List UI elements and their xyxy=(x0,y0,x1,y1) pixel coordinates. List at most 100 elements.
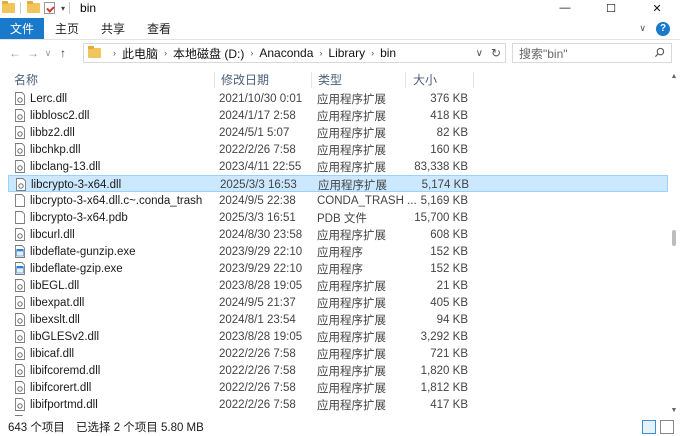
file-row[interactable]: libEGL.dll 2023/8/28 19:05 应用程序扩展 21 KB xyxy=(8,277,668,294)
file-name: libifcorert.dll xyxy=(30,381,92,394)
file-size xyxy=(408,413,468,416)
title-bar: ▾ bin — ☐ ✕ xyxy=(0,0,680,16)
column-divider[interactable] xyxy=(214,72,215,88)
search-icon[interactable] xyxy=(654,47,665,58)
file-size: 721 KB xyxy=(430,347,468,360)
breadcrumb-anaconda[interactable]: Anaconda xyxy=(259,46,313,60)
file-row[interactable]: libimalloc.dll 2023/3/8 1:33 应用程序扩展 xyxy=(8,413,668,416)
folder-icon xyxy=(0,1,16,15)
dll-icon xyxy=(15,109,25,122)
file-row[interactable]: libdeflate-gzip.exe 2023/9/29 22:10 应用程序 15… xyxy=(8,260,668,277)
file-size: 1,820 KB xyxy=(420,364,468,377)
file-name: libEGL.dll xyxy=(30,279,80,292)
column-size-header[interactable]: 大小 xyxy=(413,70,473,88)
file-size: 405 KB xyxy=(430,296,468,309)
address-history-dropdown-icon[interactable]: ∨ xyxy=(476,48,483,59)
file-type: 应用程序扩展 xyxy=(317,229,386,242)
file-row[interactable]: libifportmd.dll 2022/2/26 7:58 应用程序扩展 417 K… xyxy=(8,396,668,413)
address-bar[interactable]: › 此电脑 › 本地磁盘 (D:) › Anaconda › Library ›… xyxy=(83,43,506,63)
file-icon xyxy=(15,211,25,224)
maximize-button[interactable]: ☐ xyxy=(588,0,634,16)
selection-info: 已选择 2 个项目 5.80 MB xyxy=(76,422,204,434)
tab-home[interactable]: 主页 xyxy=(44,18,90,39)
column-type-header[interactable]: 类型 xyxy=(318,70,408,88)
file-modified-date: 2023/9/29 22:10 xyxy=(219,262,303,275)
file-type: PDB 文件 xyxy=(317,212,367,225)
file-name: Lerc.dll xyxy=(30,92,68,105)
scroll-down-icon[interactable]: ▼ xyxy=(668,404,680,416)
recent-locations-button[interactable]: ∨ xyxy=(42,43,54,63)
scrollbar-thumb[interactable] xyxy=(672,230,676,246)
file-row[interactable]: libexslt.dll 2024/8/1 23:54 应用程序扩展 94 KB xyxy=(8,311,668,328)
customize-quick-access-icon[interactable]: ▾ xyxy=(61,4,65,13)
file-row[interactable]: libexpat.dll 2024/9/5 21:37 应用程序扩展 405 KB xyxy=(8,294,668,311)
file-row[interactable]: libcrypto-3-x64.dll.c~.conda_trash 2024/9… xyxy=(8,192,668,209)
scroll-up-icon[interactable]: ▲ xyxy=(668,70,680,82)
close-button[interactable]: ✕ xyxy=(634,0,680,16)
details-view-icon[interactable] xyxy=(642,420,656,434)
folder-quick-access-icon[interactable] xyxy=(25,1,41,15)
column-divider[interactable] xyxy=(405,72,406,88)
exe-icon xyxy=(15,262,25,275)
back-button[interactable]: ← xyxy=(6,43,24,63)
file-size: 3,292 KB xyxy=(420,330,468,343)
file-type: 应用程序扩展 xyxy=(317,382,386,395)
dll-icon xyxy=(15,398,25,411)
dll-icon xyxy=(15,92,25,105)
refresh-icon[interactable]: ↻ xyxy=(491,46,501,60)
chevron-right-icon[interactable]: › xyxy=(371,48,374,58)
file-modified-date: 2023/8/28 19:05 xyxy=(219,330,303,343)
file-modified-date: 2022/2/26 7:58 xyxy=(219,364,296,377)
search-input[interactable]: 搜索"bin" xyxy=(512,43,672,63)
tab-view[interactable]: 查看 xyxy=(136,18,182,39)
file-row[interactable]: libbz2.dll 2024/5/1 5:07 应用程序扩展 82 KB xyxy=(8,124,668,141)
minimize-button[interactable]: — xyxy=(542,0,588,16)
file-row[interactable]: libcrypto-3-x64.pdb 2025/3/3 16:51 PDB 文件 1… xyxy=(8,209,668,226)
breadcrumb-drive-d[interactable]: 本地磁盘 (D:) xyxy=(173,45,244,62)
vertical-scrollbar[interactable]: ▲ ▼ xyxy=(668,70,680,416)
chevron-right-icon[interactable]: › xyxy=(164,48,167,58)
divider xyxy=(69,2,71,14)
file-list[interactable]: Lerc.dll 2021/10/30 0:01 应用程序扩展 376 KB libbl… xyxy=(0,90,668,416)
tab-file[interactable]: 文件 xyxy=(0,18,44,39)
file-modified-date: 2024/5/1 5:07 xyxy=(219,126,290,139)
file-modified-date: 2021/10/30 0:01 xyxy=(219,92,303,105)
file-type: 应用程序 xyxy=(317,263,363,276)
file-size: 5,174 KB xyxy=(421,178,469,191)
file-row[interactable]: libchkp.dll 2022/2/26 7:58 应用程序扩展 160 KB xyxy=(8,141,668,158)
breadcrumb-library[interactable]: Library xyxy=(328,46,365,60)
file-row[interactable]: libicaf.dll 2022/2/26 7:58 应用程序扩展 721 KB xyxy=(8,345,668,362)
breadcrumb-this-pc[interactable]: 此电脑 xyxy=(122,45,158,62)
file-row[interactable]: libcrypto-3-x64.dll 2025/3/3 16:53 应用程序扩展 5… xyxy=(8,175,668,192)
help-icon[interactable]: ? xyxy=(656,21,670,36)
file-row[interactable]: libdeflate-gunzip.exe 2023/9/29 22:10 应用程序… xyxy=(8,243,668,260)
column-divider[interactable] xyxy=(473,72,474,88)
properties-check-icon[interactable] xyxy=(41,1,57,15)
file-type: 应用程序扩展 xyxy=(317,365,386,378)
chevron-right-icon[interactable]: › xyxy=(319,48,322,58)
file-size: 160 KB xyxy=(430,143,468,156)
column-name-header[interactable]: 名称 xyxy=(14,70,204,88)
column-date-header[interactable]: 修改日期 xyxy=(221,70,311,88)
file-row[interactable]: libblosc2.dll 2024/1/17 2:58 应用程序扩展 418 KB xyxy=(8,107,668,124)
chevron-right-icon[interactable]: › xyxy=(113,48,116,58)
large-icons-view-icon[interactable] xyxy=(660,420,674,434)
tab-share[interactable]: 共享 xyxy=(90,18,136,39)
column-divider[interactable] xyxy=(311,72,312,88)
item-count: 643 个项目 xyxy=(8,422,65,434)
file-row[interactable]: Lerc.dll 2021/10/30 0:01 应用程序扩展 376 KB xyxy=(8,90,668,107)
chevron-right-icon[interactable]: › xyxy=(250,48,253,58)
file-row[interactable]: libclang-13.dll 2023/4/11 22:55 应用程序扩展 83,3… xyxy=(8,158,668,175)
dll-icon xyxy=(15,415,24,416)
file-row[interactable]: libifcoremd.dll 2022/2/26 7:58 应用程序扩展 1,820… xyxy=(8,362,668,379)
file-row[interactable]: libifcorert.dll 2022/2/26 7:58 应用程序扩展 1,812… xyxy=(8,379,668,396)
file-name: libcrypto-3-x64.pdb xyxy=(30,211,128,224)
file-row[interactable]: libcurl.dll 2024/8/30 23:58 应用程序扩展 608 KB xyxy=(8,226,668,243)
breadcrumb-bin[interactable]: bin xyxy=(380,46,396,60)
forward-button[interactable]: → xyxy=(24,43,42,63)
file-row[interactable]: libGLESv2.dll 2023/8/28 19:05 应用程序扩展 3,292 … xyxy=(8,328,668,345)
expand-ribbon-icon[interactable]: ∨ xyxy=(639,23,646,34)
file-size: 94 KB xyxy=(436,313,468,326)
up-button[interactable]: ↑ xyxy=(54,43,72,63)
dll-icon xyxy=(16,178,26,191)
